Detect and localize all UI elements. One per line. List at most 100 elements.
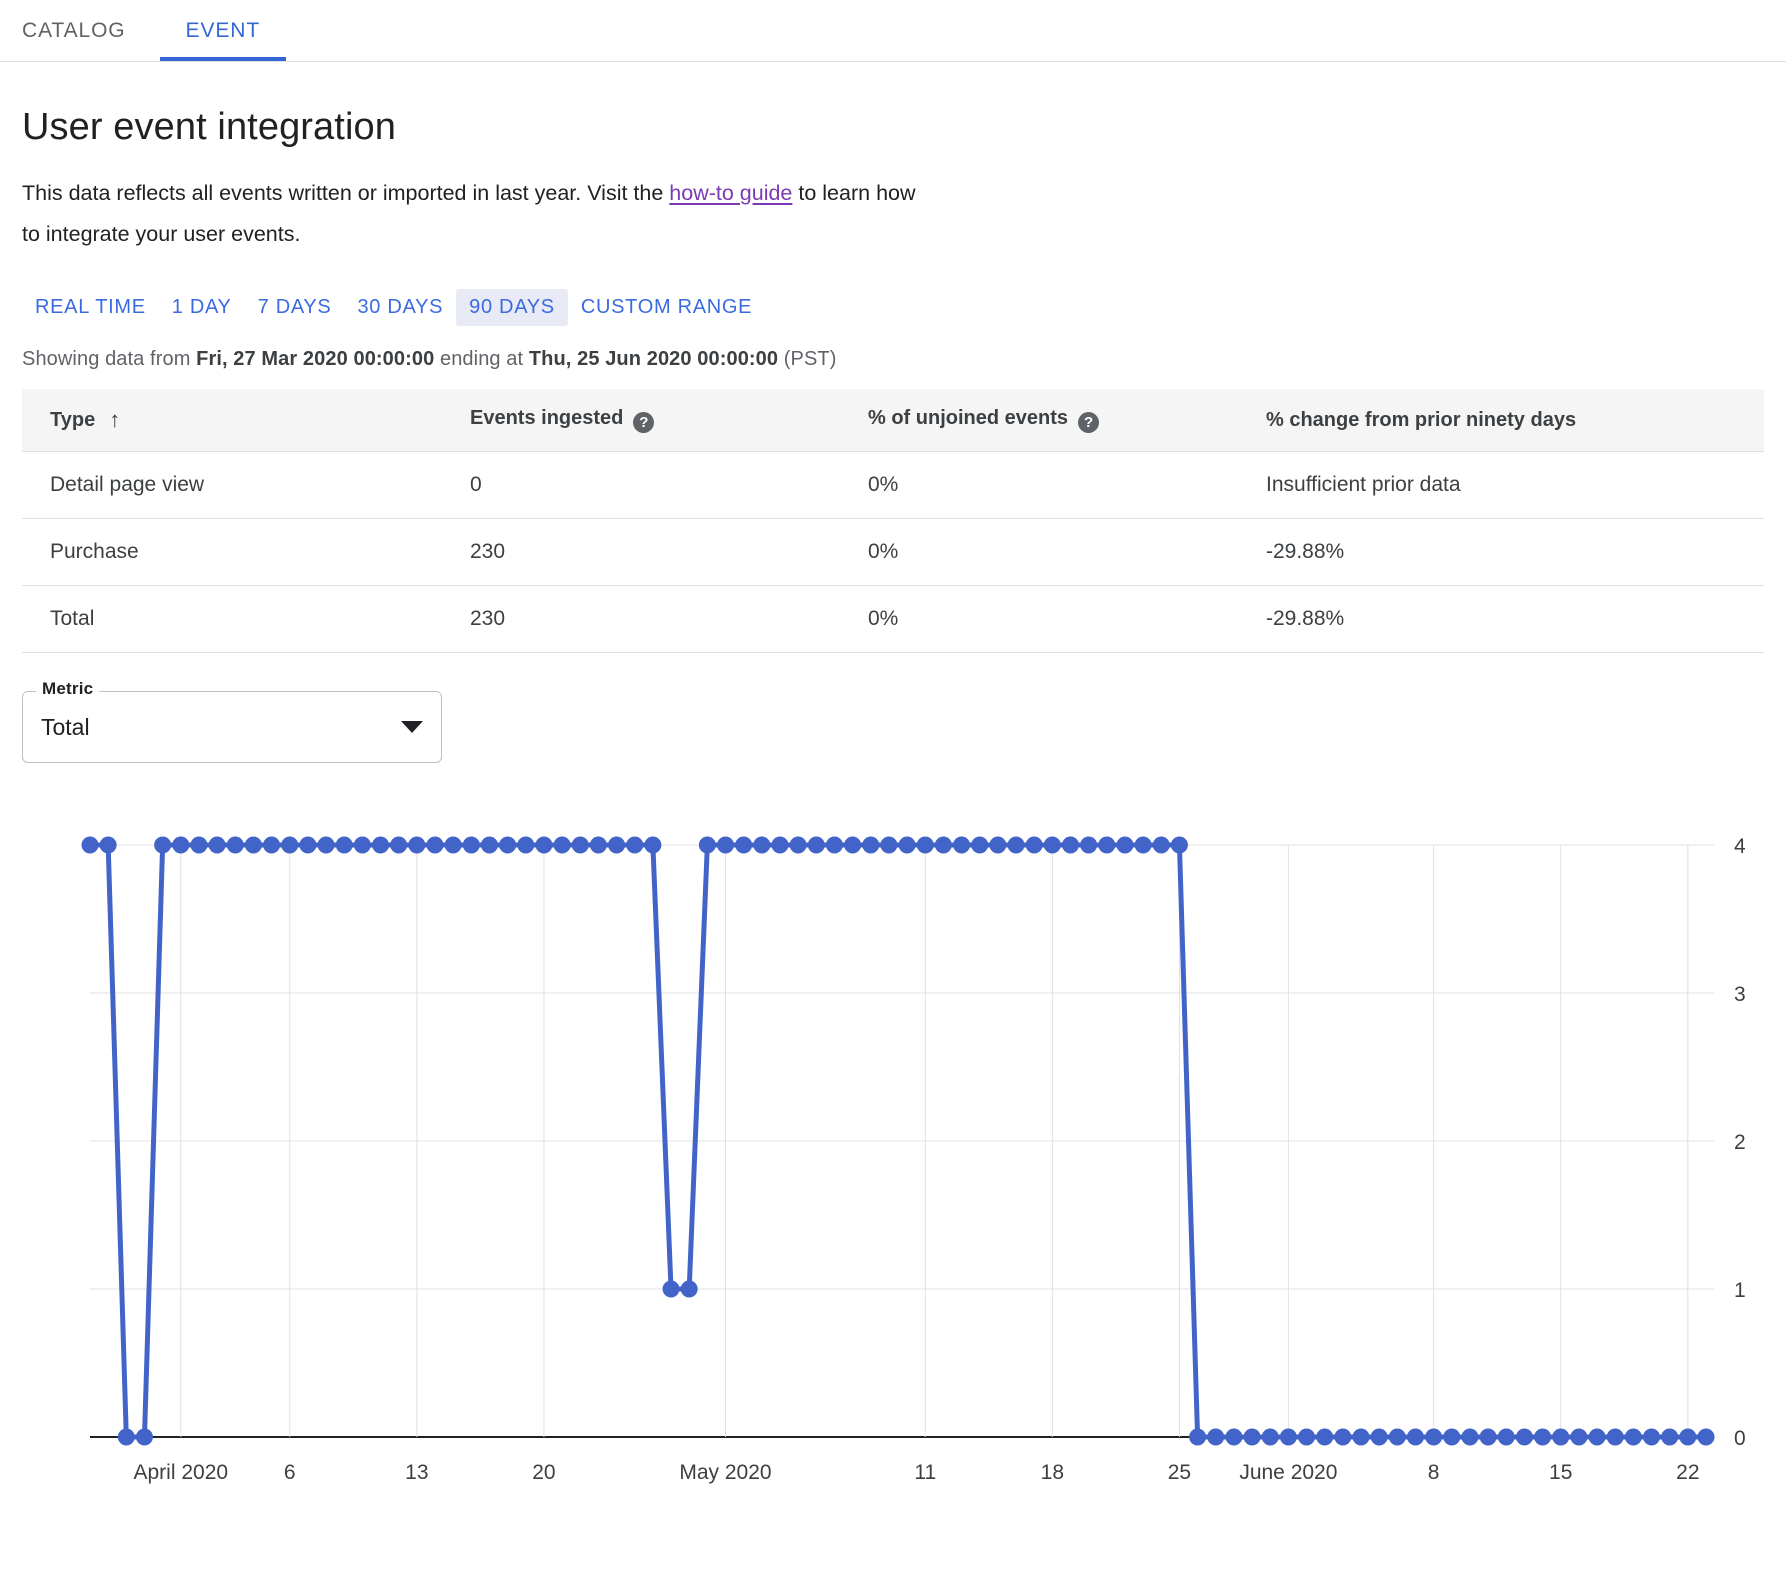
showing-middle: ending at bbox=[434, 348, 529, 370]
series-point bbox=[826, 837, 843, 854]
range-custom[interactable]: CUSTOM RANGE bbox=[568, 289, 765, 326]
series-point bbox=[1171, 837, 1188, 854]
column-header-unjoined: % of unjoined events? bbox=[840, 389, 1238, 452]
metric-select[interactable]: Total Metric bbox=[22, 691, 442, 763]
cell-events: 230 bbox=[442, 586, 840, 653]
metric-select-value: Total bbox=[41, 714, 401, 741]
page-description: This data reflects all events written or… bbox=[22, 173, 922, 255]
y-axis-tick-label: 1 bbox=[1734, 1279, 1746, 1302]
series-point bbox=[1643, 1429, 1660, 1446]
range-custom-label: CUSTOM RANGE bbox=[581, 296, 752, 318]
series-point bbox=[1080, 837, 1097, 854]
page-title: User event integration bbox=[22, 106, 1764, 149]
series-point bbox=[390, 837, 407, 854]
page-content: User event integration This data reflect… bbox=[0, 106, 1786, 1527]
x-axis-tick-label: 6 bbox=[284, 1461, 296, 1484]
help-icon[interactable]: ? bbox=[633, 412, 654, 433]
table-body: Detail page view 0 0% Insufficient prior… bbox=[22, 452, 1764, 653]
cell-change: -29.88% bbox=[1238, 519, 1764, 586]
series-point bbox=[1116, 837, 1133, 854]
x-axis-tick-label: 25 bbox=[1168, 1461, 1191, 1484]
tab-event-label: EVENT bbox=[186, 19, 261, 43]
series-point bbox=[989, 837, 1006, 854]
series-point bbox=[1589, 1429, 1606, 1446]
series-point bbox=[1698, 1429, 1715, 1446]
help-icon[interactable]: ? bbox=[1078, 412, 1099, 433]
x-axis-tick-label: June 2020 bbox=[1239, 1461, 1337, 1484]
date-range-summary: Showing data from Fri, 27 Mar 2020 00:00… bbox=[22, 348, 1764, 371]
column-header-events-ingested-label: Events ingested bbox=[470, 407, 623, 429]
series-point bbox=[808, 837, 825, 854]
series-point bbox=[481, 837, 498, 854]
series-point bbox=[1498, 1429, 1515, 1446]
chevron-down-icon[interactable] bbox=[401, 721, 423, 733]
series-point bbox=[572, 837, 589, 854]
range-1-day[interactable]: 1 DAY bbox=[159, 289, 245, 326]
series-point bbox=[971, 837, 988, 854]
table-row: Total 230 0% -29.88% bbox=[22, 586, 1764, 653]
range-90-days[interactable]: 90 DAYS bbox=[456, 289, 568, 326]
tab-event[interactable]: EVENT bbox=[160, 0, 287, 61]
series-point bbox=[445, 837, 462, 854]
time-range-selector: REAL TIME 1 DAY 7 DAYS 30 DAYS 90 DAYS C… bbox=[22, 289, 1764, 326]
series-point bbox=[1225, 1429, 1242, 1446]
series-point bbox=[172, 837, 189, 854]
x-axis-tick-label: 15 bbox=[1549, 1461, 1572, 1484]
column-header-events-ingested: Events ingested? bbox=[442, 389, 840, 452]
tab-bar: CATALOG EVENT bbox=[0, 0, 1786, 62]
cell-type: Total bbox=[22, 586, 442, 653]
series-point bbox=[1062, 837, 1079, 854]
showing-end-date: Thu, 25 Jun 2020 00:00:00 bbox=[529, 348, 778, 370]
series-point bbox=[1679, 1429, 1696, 1446]
series-point bbox=[1334, 1429, 1351, 1446]
series-point bbox=[590, 837, 607, 854]
series-point bbox=[753, 837, 770, 854]
cell-type: Detail page view bbox=[22, 452, 442, 519]
cell-type: Purchase bbox=[22, 519, 442, 586]
series-point bbox=[1625, 1429, 1642, 1446]
series-point bbox=[953, 837, 970, 854]
sort-ascending-icon[interactable]: ↑ bbox=[109, 407, 120, 433]
events-line-chart[interactable]: 01234April 202061320May 2020111825June 2… bbox=[22, 827, 1784, 1527]
series-point bbox=[681, 1281, 698, 1298]
series-point bbox=[644, 837, 661, 854]
series-point bbox=[1353, 1429, 1370, 1446]
cell-events: 0 bbox=[442, 452, 840, 519]
x-axis-tick-label: 22 bbox=[1676, 1461, 1699, 1484]
series-point bbox=[318, 837, 335, 854]
how-to-guide-link[interactable]: how-to guide bbox=[669, 181, 792, 205]
x-axis-tick-label: 11 bbox=[914, 1461, 936, 1484]
range-1-day-label: 1 DAY bbox=[172, 296, 232, 318]
cell-change: Insufficient prior data bbox=[1238, 452, 1764, 519]
tab-catalog[interactable]: CATALOG bbox=[22, 0, 160, 61]
series-point bbox=[790, 837, 807, 854]
showing-prefix: Showing data from bbox=[22, 348, 196, 370]
range-7-days[interactable]: 7 DAYS bbox=[245, 289, 345, 326]
table-row: Detail page view 0 0% Insufficient prior… bbox=[22, 452, 1764, 519]
series-point bbox=[917, 837, 934, 854]
series-point bbox=[372, 837, 389, 854]
series-point bbox=[663, 1281, 680, 1298]
series-point bbox=[1207, 1429, 1224, 1446]
series-point bbox=[844, 837, 861, 854]
column-header-type[interactable]: Type ↑ bbox=[22, 389, 442, 452]
range-real-time[interactable]: REAL TIME bbox=[22, 289, 159, 326]
series-point bbox=[1461, 1429, 1478, 1446]
y-axis-tick-label: 3 bbox=[1734, 983, 1746, 1006]
column-header-change-label: % change from prior ninety days bbox=[1266, 409, 1576, 431]
series-point bbox=[336, 837, 353, 854]
series-point bbox=[699, 837, 716, 854]
series-point bbox=[100, 837, 117, 854]
series-point bbox=[1008, 837, 1025, 854]
series-point bbox=[735, 837, 752, 854]
series-point bbox=[190, 837, 207, 854]
series-point bbox=[1262, 1429, 1279, 1446]
column-header-type-label: Type bbox=[50, 409, 95, 431]
range-30-days[interactable]: 30 DAYS bbox=[344, 289, 456, 326]
showing-start-date: Fri, 27 Mar 2020 00:00:00 bbox=[196, 348, 434, 370]
metric-select-box[interactable]: Total bbox=[22, 691, 442, 763]
series-point bbox=[535, 837, 552, 854]
series-point bbox=[1607, 1429, 1624, 1446]
table-header: Type ↑ Events ingested? % of unjoined eve… bbox=[22, 389, 1764, 452]
series-point bbox=[717, 837, 734, 854]
